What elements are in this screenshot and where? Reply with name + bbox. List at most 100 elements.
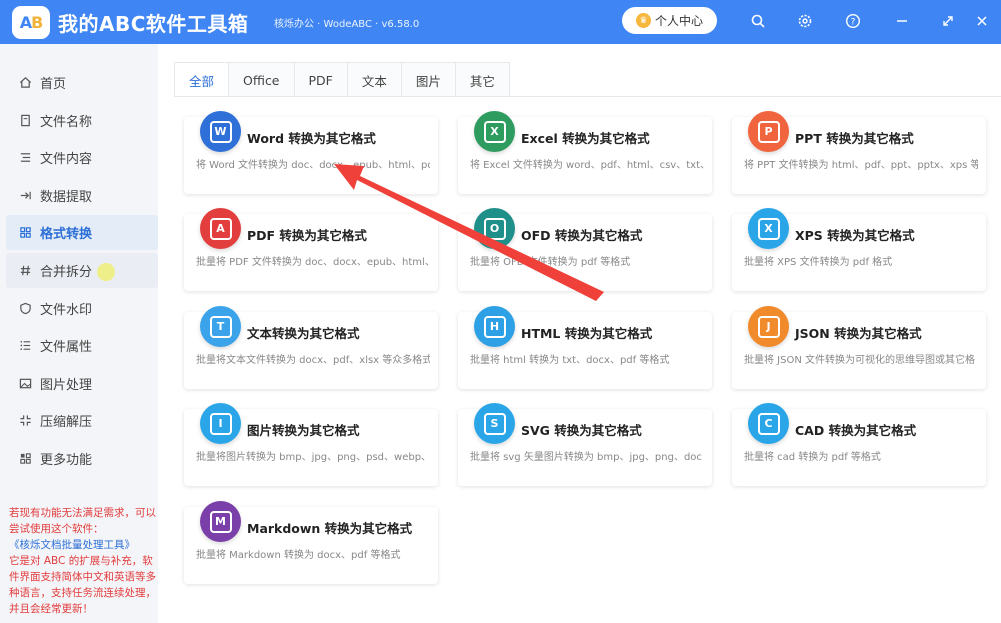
tab-text[interactable]: 文本: [347, 63, 402, 97]
svg-text:?: ?: [851, 18, 856, 28]
app-subtitle: 核烁办公 · WodeABC · v6.58.0: [274, 19, 420, 30]
card-description: 批量将 Markdown 转换为 docx、pdf 等格式: [196, 550, 401, 561]
tab-other[interactable]: 其它: [455, 63, 509, 97]
tab-office[interactable]: Office: [229, 63, 295, 97]
image-icon: [18, 377, 32, 391]
card-ofd-convert[interactable]: O OFD 转换为其它格式批量将 OFD 文件转换为 pdf 等格式: [458, 208, 712, 291]
sidebar-item-label: 合并拆分: [40, 265, 93, 280]
card-word-convert[interactable]: W Word 转换为其它格式将 Word 文件转换为 doc、docx、epub、…: [184, 111, 438, 194]
sidebar: 首页 文件名称 文件内容 数据提取 格式转换 合并拆分 文件水印 文件属性 图片…: [0, 44, 158, 623]
sidebar-item-file-properties[interactable]: 文件属性: [6, 328, 158, 363]
card-title: XPS 转换为其它格式: [795, 228, 915, 243]
card-description: 批量将 OFD 文件转换为 pdf 等格式: [470, 257, 631, 268]
user-center-label: 个人中心: [654, 14, 703, 28]
card-title: 图片转换为其它格式: [247, 423, 360, 438]
sidebar-item-label: 文件属性: [40, 340, 93, 355]
app-logo: AB: [12, 6, 50, 39]
sidebar-item-compress[interactable]: 压缩解压: [6, 403, 158, 438]
card-html-convert[interactable]: H HTML 转换为其它格式批量将 html 转换为 txt、docx、pdf 等…: [458, 306, 712, 389]
card-svg-convert[interactable]: S SVG 转换为其它格式批量将 svg 矢量图片转换为 bmp、jpg、png、…: [458, 403, 712, 486]
svg-icon: S: [474, 403, 515, 444]
grid-icon: [18, 226, 32, 240]
sidebar-item-file-name[interactable]: 文件名称: [6, 103, 158, 138]
card-title: 文本转换为其它格式: [247, 326, 360, 341]
sidebar-note-text: 若现有功能无法满足需求，可以尝试使用这个软件：: [9, 507, 156, 535]
xps-icon: X: [748, 208, 789, 249]
sidebar-item-label: 图片处理: [40, 378, 93, 393]
card-cad-convert[interactable]: C CAD 转换为其它格式 批量将 cad 转换为 pdf 等格式: [732, 403, 986, 486]
hash-icon: [18, 264, 32, 278]
card-excel-convert[interactable]: X Excel 转换为其它格式将 Excel 文件转换为 word、pdf、htm…: [458, 111, 712, 194]
sidebar-item-label: 压缩解压: [40, 415, 93, 430]
sidebar-item-data-extract[interactable]: 数据提取: [6, 178, 158, 213]
sidebar-note-link[interactable]: 《核烁文档批量处理工具》: [9, 537, 157, 553]
ppt-icon: P: [748, 111, 789, 152]
card-markdown-convert[interactable]: M Markdown 转换为其它格式 批量将 Markdown 转换为 docx、p…: [184, 501, 438, 584]
card-json-convert[interactable]: J JSON 转换为其它格式批量将 JSON 文件转换为可视化的思维导图或其它格: [732, 306, 986, 389]
sidebar-note: 若现有功能无法满足需求，可以尝试使用这个软件： 《核烁文档批量处理工具》 它是对…: [9, 505, 157, 617]
sidebar-item-format-convert[interactable]: 格式转换: [6, 215, 158, 250]
text-icon: T: [200, 306, 241, 347]
sidebar-item-home[interactable]: 首页: [6, 65, 158, 100]
card-pdf-convert[interactable]: A PDF 转换为其它格式 批量将 PDF 文件转换为 doc、docx、epub、…: [184, 208, 438, 291]
sidebar-item-label: 更多功能: [40, 453, 93, 468]
tab-image[interactable]: 图片: [401, 63, 456, 97]
card-title: PPT 转换为其它格式: [795, 131, 914, 146]
list-icon: [18, 339, 32, 353]
tabs-divider: [174, 96, 1001, 97]
card-description: 将 PPT 文件转换为 html、pdf、ppt、pptx、xps 等: [744, 160, 978, 171]
mouse-cursor-highlight: [97, 263, 115, 281]
title-bar: AB 我的ABC软件工具箱 核烁办公 · WodeABC · v6.58.0 ♛…: [0, 0, 1001, 44]
image-icon: I: [200, 403, 241, 444]
json-icon: J: [748, 306, 789, 347]
user-center-button[interactable]: ♛ 个人中心: [622, 7, 717, 34]
tab-all[interactable]: 全部: [175, 63, 230, 97]
sidebar-item-label: 格式转换: [40, 227, 93, 242]
card-ppt-convert[interactable]: P PPT 转换为其它格式将 PPT 文件转换为 html、pdf、ppt、ppt…: [732, 111, 986, 194]
sidebar-item-label: 数据提取: [40, 190, 93, 205]
card-title: HTML 转换为其它格式: [521, 326, 653, 341]
maximize-icon[interactable]: [938, 11, 958, 31]
sidebar-item-label: 文件内容: [40, 152, 93, 167]
card-image-convert[interactable]: I 图片转换为其它格式批量将图片转换为 bmp、jpg、png、psd、webp、: [184, 403, 438, 486]
card-title: PDF 转换为其它格式: [247, 228, 367, 243]
home-icon: [18, 76, 32, 90]
file-icon: [18, 114, 32, 128]
card-title: CAD 转换为其它格式: [795, 423, 917, 438]
card-text-convert[interactable]: T 文本转换为其它格式批量将文本文件转换为 docx、pdf、xlsx 等众多格式: [184, 306, 438, 389]
card-description: 批量将 html 转换为 txt、docx、pdf 等格式: [470, 355, 670, 366]
sidebar-item-merge-split[interactable]: 合并拆分: [6, 253, 158, 288]
category-tabs: 全部 Office PDF 文本 图片 其它: [174, 62, 510, 97]
gear-icon[interactable]: [795, 11, 815, 31]
card-description: 将 Word 文件转换为 doc、docx、epub、html、pd: [196, 160, 430, 171]
card-description: 批量将 JSON 文件转换为可视化的思维导图或其它格: [744, 355, 976, 366]
html-icon: H: [474, 306, 515, 347]
vip-crown-icon: ♛: [635, 13, 651, 28]
card-title: OFD 转换为其它格式: [521, 228, 643, 243]
sidebar-item-watermark[interactable]: 文件水印: [6, 291, 158, 326]
cad-icon: C: [748, 403, 789, 444]
text-lines-icon: [18, 151, 32, 165]
word-icon: W: [200, 111, 241, 152]
card-description: 批量将 PDF 文件转换为 doc、docx、epub、html、: [196, 257, 430, 268]
sidebar-item-file-content[interactable]: 文件内容: [6, 140, 158, 175]
apps-icon: [18, 452, 32, 466]
sidebar-item-label: 文件名称: [40, 115, 93, 130]
ofd-icon: O: [474, 208, 515, 249]
help-icon[interactable]: ?: [843, 11, 863, 31]
card-description: 批量将文本文件转换为 docx、pdf、xlsx 等众多格式: [196, 355, 430, 366]
close-icon[interactable]: [972, 11, 992, 31]
minimize-icon[interactable]: [892, 11, 912, 31]
card-description: 批量将 svg 矢量图片转换为 bmp、jpg、png、doc: [470, 452, 702, 463]
tab-pdf[interactable]: PDF: [294, 63, 348, 97]
sidebar-note-text-2: 它是对 ABC 的扩展与补充，软件界面支持简体中文和英语等多种语言，支持任务流连…: [9, 555, 156, 615]
card-title: Word 转换为其它格式: [247, 131, 376, 146]
card-xps-convert[interactable]: X XPS 转换为其它格式 批量将 XPS 文件转换为 pdf 格式: [732, 208, 986, 291]
card-title: JSON 转换为其它格式: [795, 326, 922, 341]
card-description: 批量将图片转换为 bmp、jpg、png、psd、webp、: [196, 452, 430, 463]
card-title: SVG 转换为其它格式: [521, 423, 642, 438]
card-title: Markdown 转换为其它格式: [247, 521, 413, 536]
search-icon[interactable]: [748, 11, 768, 31]
sidebar-item-image-processing[interactable]: 图片处理: [6, 366, 158, 401]
sidebar-item-more[interactable]: 更多功能: [6, 441, 158, 476]
